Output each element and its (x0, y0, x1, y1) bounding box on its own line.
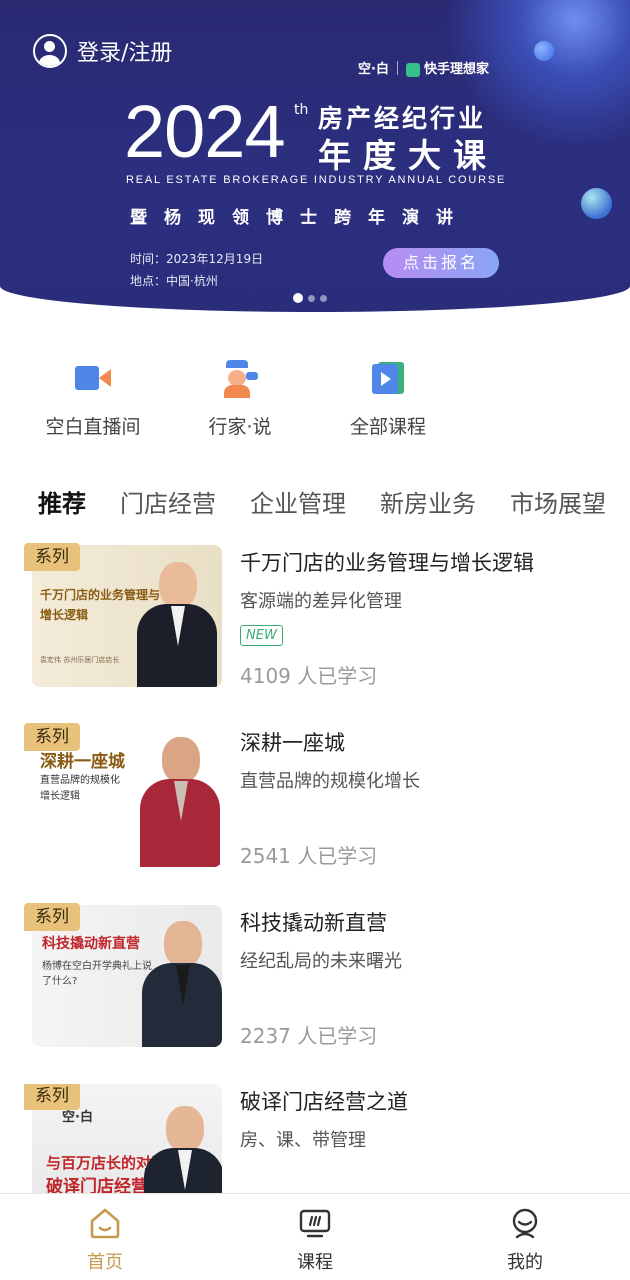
learner-count: 2237 人已学习 (240, 1024, 378, 1048)
banner-subtitle: 暨杨现领博士跨年演讲 (130, 208, 470, 228)
lecturer-photo (140, 737, 220, 867)
learner-count: 2541 人已学习 (240, 844, 378, 868)
promo-banner[interactable]: 登录/注册 空·白 快手理想家 2024 th 房产经纪行业 年度大课 REAL… (0, 0, 630, 312)
banner-english-title: REAL ESTATE BROKERAGE INDUSTRY ANNUAL CO… (126, 174, 507, 186)
decorative-orb (534, 41, 554, 61)
series-badge: 系列 (24, 1084, 80, 1110)
tab-recommend[interactable]: 推荐 (38, 484, 86, 519)
profile-icon (512, 1208, 538, 1239)
thumbnail-caption: 直营品牌的规模化增长逻辑 (40, 775, 120, 802)
banner-year-suffix: th (294, 102, 309, 118)
nav-label: 首页 (87, 1252, 123, 1273)
login-link[interactable]: 登录/注册 (33, 34, 172, 68)
carousel-dot[interactable] (308, 294, 315, 302)
course-title: 千万门店的业务管理与增长逻辑 (240, 551, 534, 575)
nav-courses[interactable]: 课程 (210, 1194, 420, 1280)
kuaishou-logo-text: 快手理想家 (423, 62, 489, 77)
lecturer-photo (144, 1106, 222, 1193)
series-badge: 系列 (24, 723, 80, 751)
course-title: 深耕一座城 (240, 731, 345, 755)
course-subtitle: 直营品牌的规模化增长 (240, 771, 420, 792)
expert-talk-icon (220, 358, 260, 398)
learner-count: 4109 人已学习 (240, 664, 378, 688)
course-item[interactable]: 千万门店的业务管理与增长逻辑 袁宏伟 苏州乐居门店店长 系列 千万门店的业务管理… (0, 543, 630, 695)
kuaishou-logo: 快手理想家 (405, 58, 489, 77)
entry-expert-talk[interactable]: 行家·说 (180, 358, 300, 439)
thumbnail-title: 科技撬动新直营 (42, 936, 140, 952)
course-subtitle: 客源端的差异化管理 (240, 591, 402, 612)
entry-live-room[interactable]: 空白直播间 (33, 358, 153, 439)
entry-label: 行家·说 (208, 416, 272, 438)
course-title: 科技撬动新直营 (240, 911, 387, 935)
tab-new-homes[interactable]: 新房业务 (380, 484, 476, 519)
series-badge: 系列 (24, 903, 80, 931)
kongbai-logo: 空·白 (358, 62, 389, 77)
event-place: 地点：中国·杭州 (130, 274, 218, 288)
course-subtitle: 房、课、带管理 (240, 1130, 366, 1151)
nav-profile[interactable]: 我的 (420, 1194, 630, 1280)
kuaishou-logo-icon (405, 62, 420, 77)
course-item[interactable]: 空·白 与百万店长的对话实录 破译门店经营之道 系列 破译门店经营之道 房、课、… (0, 1084, 630, 1193)
course-title: 破译门店经营之道 (240, 1090, 408, 1114)
user-avatar-icon (33, 34, 67, 68)
course-subtitle: 经纪乱局的未来曙光 (240, 951, 402, 972)
nav-label: 课程 (297, 1252, 333, 1273)
carousel-dot-active[interactable] (293, 293, 303, 303)
category-tabs: 推荐 门店经营 企业管理 新房业务 市场展望 (38, 484, 606, 519)
tab-market-outlook[interactable]: 市场展望 (510, 484, 606, 519)
all-courses-icon (368, 358, 408, 398)
entry-label: 全部课程 (349, 416, 426, 438)
course-item[interactable]: 科技撬动新直营 杨博在空白开学典礼上说了什么? 系列 科技撬动新直营 经纪乱局的… (0, 903, 630, 1055)
nav-home[interactable]: 首页 (0, 1194, 210, 1280)
video-camera-icon (73, 358, 113, 398)
carousel-indicator (293, 293, 327, 303)
tab-enterprise-management[interactable]: 企业管理 (250, 484, 346, 519)
tab-store-operation[interactable]: 门店经营 (120, 484, 216, 519)
login-label: 登录/注册 (77, 41, 173, 66)
bottom-navigation: 首页 课程 我的 (0, 1193, 630, 1280)
banner-title-line2: 年度大课 (318, 136, 498, 175)
partner-logos: 空·白 快手理想家 (358, 58, 489, 77)
course-icon (299, 1209, 331, 1238)
thumbnail-caption: 杨博在空白开学典礼上说了什么? (42, 961, 152, 987)
logo-divider (396, 60, 398, 75)
event-time: 时间：2023年12月19日 (130, 252, 264, 266)
course-item[interactable]: 深耕一座城 直营品牌的规模化增长逻辑 系列 深耕一座城 直营品牌的规模化增长 2… (0, 723, 630, 875)
decorative-orb (581, 188, 612, 219)
home-icon (90, 1208, 120, 1239)
nav-label: 我的 (507, 1252, 543, 1273)
thumbnail-caption: 袁宏伟 苏州乐居门店店长 (40, 656, 120, 664)
banner-year: 2024 (124, 90, 286, 173)
new-tag: NEW (240, 625, 283, 646)
series-badge: 系列 (24, 543, 80, 571)
lecturer-photo (142, 921, 222, 1047)
lecturer-photo (137, 562, 217, 687)
entry-label: 空白直播间 (45, 416, 141, 438)
entry-all-courses[interactable]: 全部课程 (328, 358, 448, 439)
carousel-dot[interactable] (320, 294, 327, 302)
signup-button[interactable]: 点击报名 (383, 248, 499, 278)
